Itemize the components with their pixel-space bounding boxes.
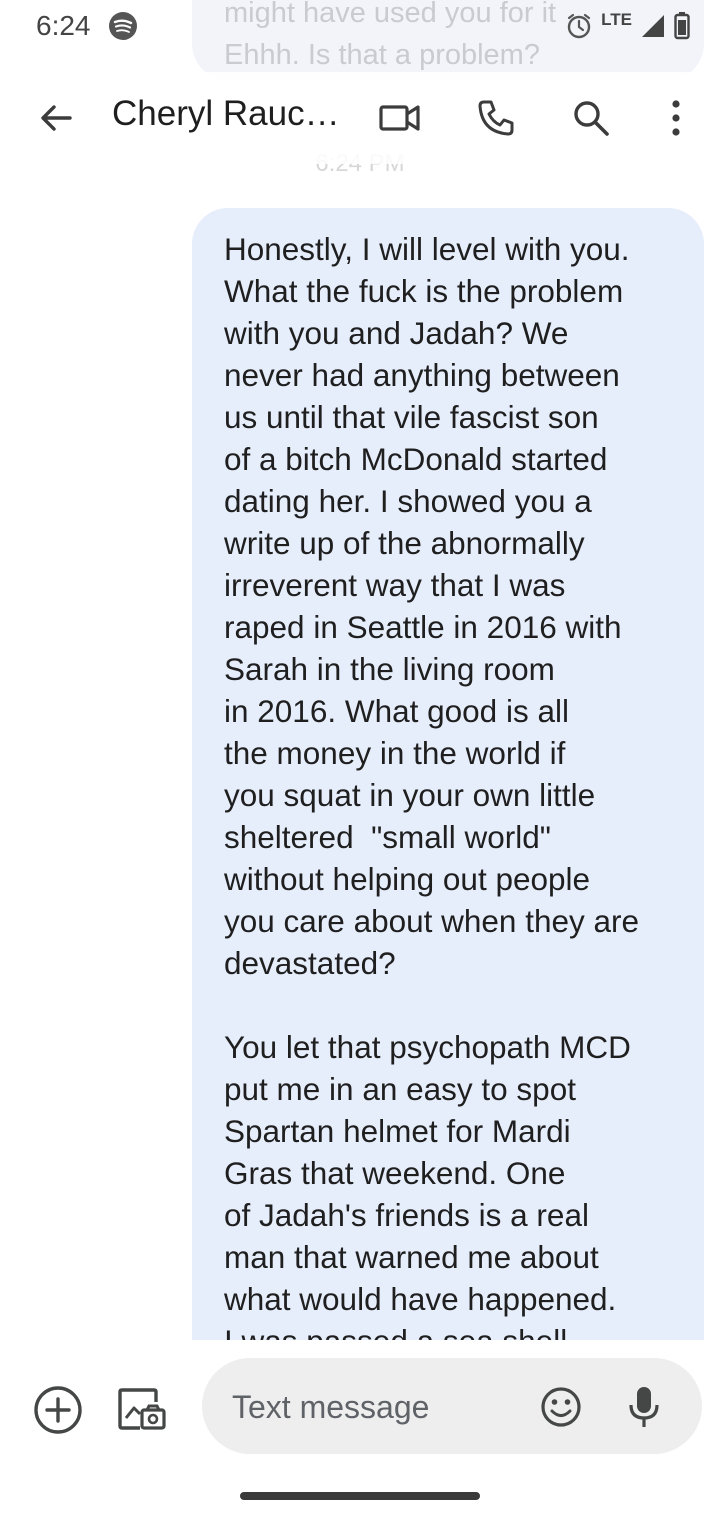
message-input[interactable]: Text message	[202, 1358, 702, 1454]
search-icon	[574, 101, 609, 136]
phone-icon	[478, 100, 514, 136]
add-attachment-button[interactable]	[30, 1382, 86, 1438]
phone-call-button[interactable]	[466, 88, 526, 148]
microphone-icon	[629, 1387, 659, 1427]
contact-name[interactable]: Cheryl Rauc…	[112, 94, 340, 134]
outgoing-message-bubble[interactable]: Honestly, I will level with you. What th…	[192, 208, 704, 1340]
back-arrow-icon	[41, 105, 72, 131]
gallery-camera-button[interactable]	[114, 1380, 170, 1436]
signal-icon	[642, 15, 664, 37]
voice-input-button[interactable]	[624, 1384, 664, 1430]
home-indicator[interactable]	[240, 1492, 480, 1500]
add-circle-icon	[34, 1386, 82, 1434]
status-time: 6:24	[36, 10, 91, 41]
emoji-icon	[541, 1387, 581, 1427]
network-type: LTE	[601, 10, 632, 29]
message-text: Honestly, I will level with you. What th…	[224, 231, 640, 1340]
emoji-button[interactable]	[538, 1384, 584, 1430]
battery-icon	[674, 12, 690, 40]
spotify-icon	[109, 12, 137, 40]
back-button[interactable]	[26, 88, 86, 148]
gallery-camera-icon	[118, 1388, 166, 1430]
status-bar: 6:24 LTE	[0, 0, 720, 56]
video-call-icon	[379, 105, 420, 131]
more-vert-icon	[672, 100, 680, 136]
compose-bar: Text message	[0, 1340, 720, 1520]
search-button[interactable]	[561, 88, 621, 148]
video-call-button[interactable]	[370, 88, 430, 148]
conversation-toolbar: Cheryl Rauc…	[0, 72, 720, 164]
more-options-button[interactable]	[646, 88, 706, 148]
message-list[interactable]: Honestly, I will level with you. What th…	[0, 208, 720, 1340]
alarm-icon	[567, 13, 591, 39]
message-input-placeholder: Text message	[232, 1389, 430, 1425]
